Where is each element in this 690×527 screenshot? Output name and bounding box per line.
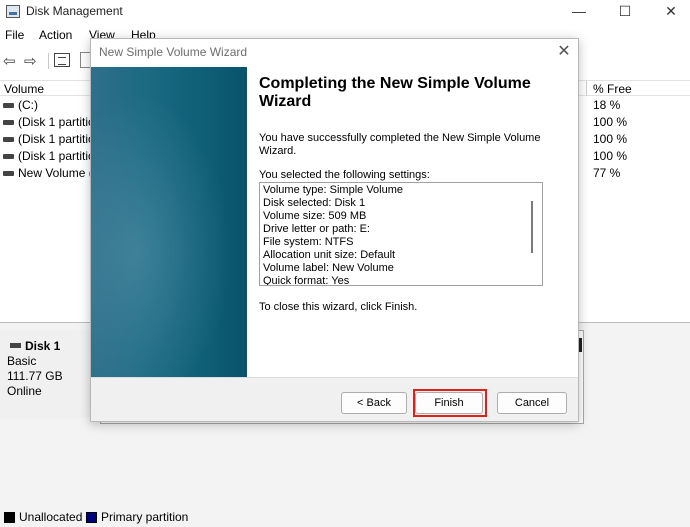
new-simple-volume-wizard-dialog: New Simple Volume Wizard ✕ Completing th…: [90, 38, 579, 422]
disk-name: Disk 1: [25, 339, 61, 353]
wizard-button-bar: < Back Finish Cancel: [91, 377, 578, 421]
column-free[interactable]: % Free: [593, 82, 632, 96]
close-icon[interactable]: ✕: [553, 41, 575, 63]
legend-primary-partition: Primary partition: [101, 510, 189, 524]
volume-free: 100 %: [593, 115, 628, 129]
setting-volume-type: Volume type: Simple Volume: [263, 184, 404, 196]
volume-icon: [3, 154, 14, 159]
unallocated-swatch: [4, 512, 15, 523]
volume-icon: [3, 171, 14, 176]
disk-status: Online: [7, 384, 42, 398]
forward-arrow-icon[interactable]: ⇨: [24, 52, 37, 70]
back-button[interactable]: < Back: [341, 392, 407, 414]
properties-grid-icon[interactable]: [54, 53, 70, 67]
settings-label: You selected the following settings:: [259, 169, 430, 181]
volume-free: 77 %: [593, 166, 621, 180]
wizard-heading: Completing the New Simple Volume Wizard: [259, 75, 531, 110]
disk-management-app-icon: [6, 5, 20, 18]
setting-drive-letter: Drive letter or path: E:: [263, 223, 370, 235]
primary-partition-swatch: [86, 512, 97, 523]
column-separator[interactable]: [586, 81, 587, 96]
wizard-title-bar: New Simple Volume Wizard ✕: [91, 39, 578, 67]
back-arrow-icon[interactable]: ⇦: [3, 52, 16, 70]
menu-action[interactable]: Action: [39, 28, 72, 42]
close-hint: To close this wizard, click Finish.: [259, 301, 418, 313]
completion-message: You have successfully completed the New …: [259, 132, 541, 157]
disk-type: Basic: [7, 354, 37, 368]
scrollbar-thumb[interactable]: [531, 201, 533, 253]
setting-volume-label: Volume label: New Volume: [263, 262, 394, 274]
setting-allocation-unit: Allocation unit size: Default: [263, 249, 396, 261]
volume-icon: [3, 120, 14, 125]
disk-icon: [10, 343, 21, 348]
volume-free: 100 %: [593, 132, 628, 146]
settings-summary-box[interactable]: Volume type: Simple Volume Disk selected…: [259, 182, 543, 286]
volume-icon: [3, 103, 14, 108]
finish-highlight-box: [413, 389, 487, 417]
setting-file-system: File system: NTFS: [263, 236, 354, 248]
disk-size: 111.77 GB: [7, 369, 63, 383]
volume-free: 100 %: [593, 149, 628, 163]
setting-volume-size: Volume size: 509 MB: [263, 210, 367, 222]
wizard-title: New Simple Volume Wizard: [99, 45, 248, 59]
setting-quick-format: Quick format: Yes: [263, 275, 350, 286]
column-volume[interactable]: Volume: [4, 82, 44, 96]
menu-file[interactable]: File: [5, 28, 24, 42]
cancel-button[interactable]: Cancel: [497, 392, 567, 414]
title-bar: Disk Management — ☐ ✕: [0, 0, 690, 24]
volume-icon: [3, 137, 14, 142]
window-title: Disk Management: [26, 4, 123, 18]
setting-disk-selected: Disk selected: Disk 1: [263, 197, 366, 209]
volume-free: 18 %: [593, 98, 621, 112]
wizard-banner-image: [91, 67, 247, 377]
legend-unallocated: Unallocated: [19, 510, 83, 524]
toolbar-separator: [48, 53, 49, 69]
maximize-button[interactable]: ☐: [602, 0, 648, 24]
close-window-button[interactable]: ✕: [648, 0, 690, 24]
minimize-button[interactable]: —: [556, 0, 602, 24]
volume-name: (C:): [18, 98, 38, 112]
